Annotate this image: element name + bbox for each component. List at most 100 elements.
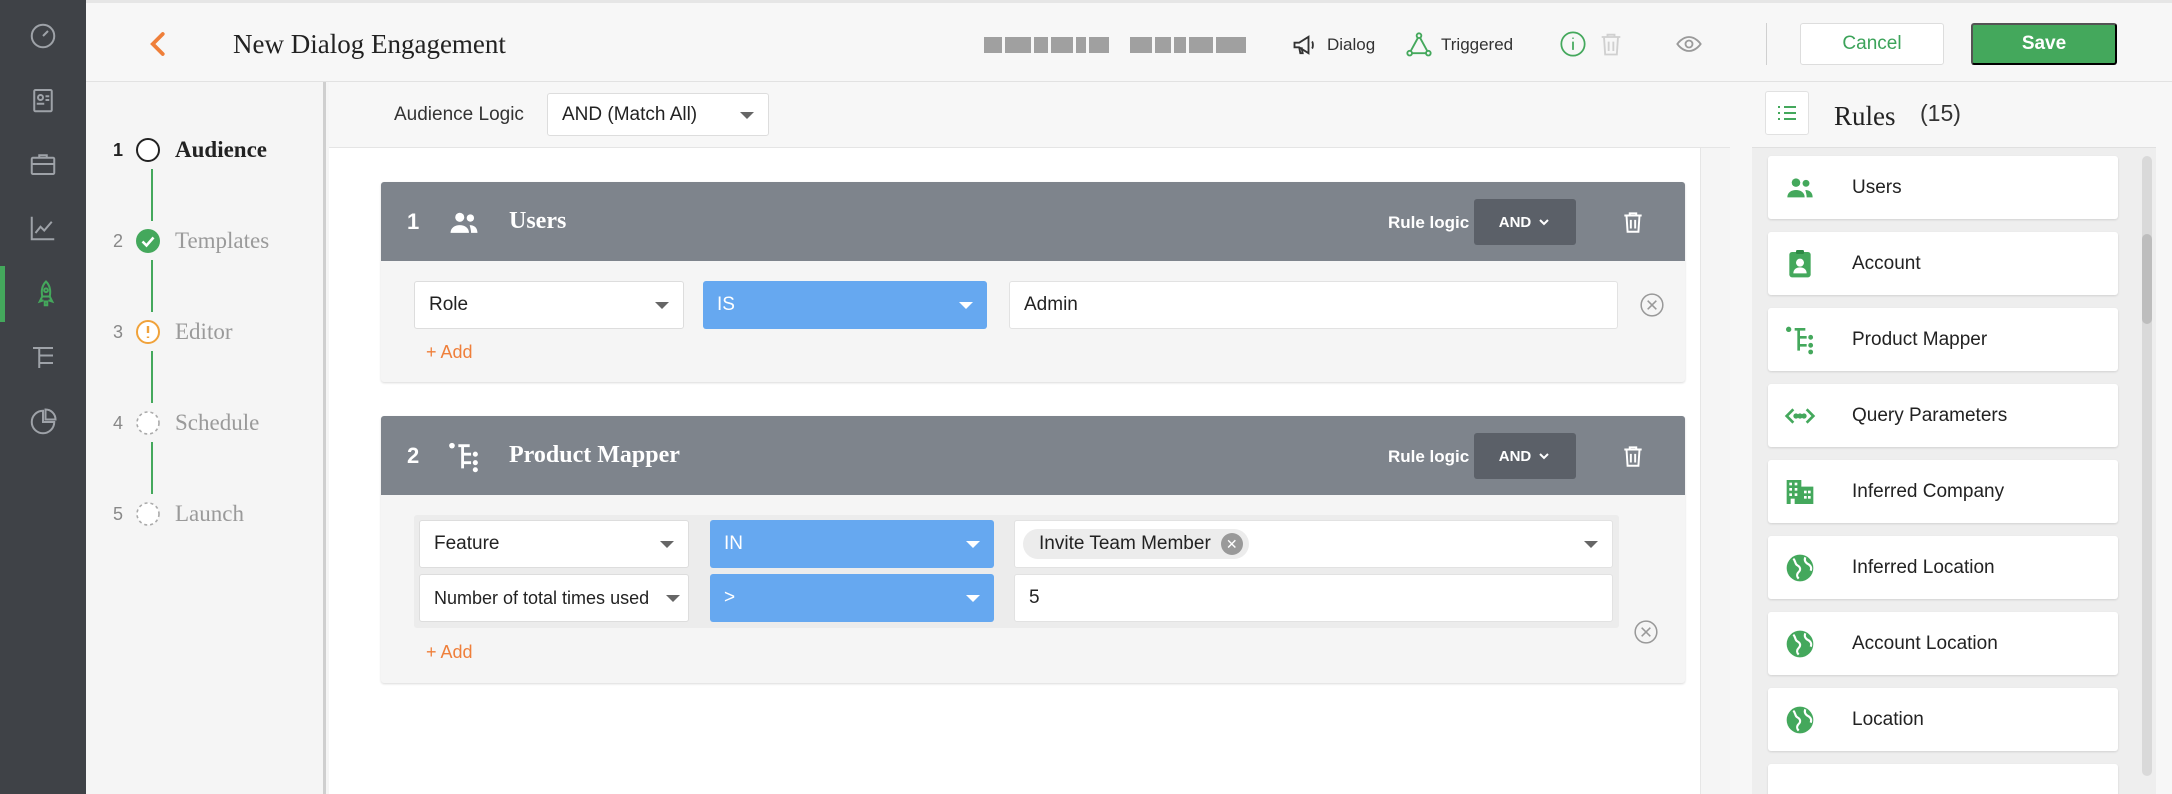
rule-item-inferred-location[interactable]: Inferred Location (1768, 536, 2118, 599)
globe-icon (1786, 706, 1814, 733)
trash-icon[interactable] (1597, 30, 1625, 58)
condition-operator-value: IS (717, 294, 735, 315)
step-schedule[interactable]: 4 Schedule (113, 406, 259, 440)
rules-list: Users Account Product Mapper Query Param… (1752, 147, 2156, 794)
code-icon (1784, 407, 1816, 424)
audience-logic-value: AND (Match All) (562, 103, 698, 125)
add-condition-link[interactable]: + Add (426, 342, 473, 363)
step-launch[interactable]: 5 Launch (113, 497, 244, 531)
nav-contacts[interactable] (0, 72, 86, 128)
rule-item-label: Inferred Location (1852, 556, 1995, 578)
condition-field-select[interactable]: Feature (419, 520, 689, 568)
audience-logic-label: Audience Logic (394, 104, 524, 125)
condition-value-multiselect[interactable]: Invite Team Member ✕ (1014, 520, 1613, 568)
users-icon (1787, 177, 1813, 197)
rule-item-account-location[interactable]: Account Location (1768, 612, 2118, 675)
rules-list-toggle[interactable] (1765, 91, 1809, 135)
empty-circle-icon (136, 138, 160, 162)
rule-card-number: 1 (407, 209, 420, 234)
step-connector (151, 442, 153, 494)
condition-field-select[interactable]: Number of total times used (419, 574, 689, 622)
header-divider (1766, 23, 1767, 65)
rules-count: (15) (1920, 100, 1961, 126)
rule-logic-dropdown[interactable]: AND (1474, 433, 1576, 479)
remove-tag-icon[interactable]: ✕ (1220, 533, 1243, 555)
step-templates[interactable]: 2 Templates (113, 224, 269, 258)
save-button[interactable]: Save (1971, 23, 2117, 65)
rule-item-inferred-company[interactable]: Inferred Company (1768, 460, 2118, 523)
condition-operator-select[interactable]: IN (710, 520, 994, 568)
audience-logic-select[interactable]: AND (Match All) (547, 93, 769, 136)
remove-condition-icon[interactable] (1633, 619, 1659, 645)
rule-item-location[interactable]: Location (1768, 688, 2118, 751)
rule-item-label: Product Mapper (1852, 328, 1988, 350)
cancel-button[interactable]: Cancel (1800, 23, 1944, 65)
rule-item-query-parameters[interactable]: Query Parameters (1768, 384, 2118, 447)
step-label: Schedule (175, 410, 260, 435)
step-number: 2 (113, 230, 124, 251)
nav-dashboard[interactable] (0, 8, 86, 64)
audience-logic-bar: Audience Logic AND (Match All) (329, 82, 1730, 148)
building-icon (1786, 479, 1814, 504)
condition-operator-select[interactable]: > (710, 574, 994, 622)
value-tag: Invite Team Member ✕ (1023, 529, 1249, 559)
condition-value-input[interactable]: 5 (1014, 574, 1613, 622)
step-connector (151, 260, 153, 312)
nav-engagements[interactable] (0, 266, 86, 322)
add-condition-link[interactable]: + Add (426, 642, 473, 663)
warning-circle-icon (136, 320, 160, 344)
app: New Dialog Engagement Dialog Triggered C… (0, 0, 2172, 794)
globe-icon (1786, 630, 1814, 657)
rule-item-product-mapper[interactable]: Product Mapper (1768, 308, 2118, 371)
step-number: 1 (113, 139, 124, 160)
step-number: 4 (113, 412, 124, 433)
redacted-id (1130, 37, 1246, 53)
rule-card-title: Users (509, 208, 567, 234)
rules-scrollbar-thumb[interactable] (2142, 234, 2152, 324)
nav-analytics[interactable] (0, 200, 86, 256)
step-editor[interactable]: 3 Editor (113, 315, 233, 349)
nav-accounts[interactable] (0, 136, 86, 192)
caret-down-icon (740, 111, 754, 119)
rule-card-header: 1 Users Rule logic AND (381, 182, 1685, 261)
condition-operator-value: > (724, 587, 736, 608)
info-icon[interactable] (1559, 30, 1587, 58)
caret-down-icon (966, 595, 980, 602)
step-number: 5 (113, 503, 124, 524)
remove-condition-icon[interactable] (1639, 292, 1665, 318)
main-scrollbar[interactable] (1700, 148, 1730, 794)
page-title: New Dialog Engagement (233, 29, 506, 59)
rule-logic-dropdown[interactable]: AND (1474, 199, 1576, 245)
users-icon (450, 212, 478, 233)
rule-item-label: Account Location (1852, 632, 1998, 654)
condition-field-value: Feature (434, 533, 500, 554)
chevron-down-icon (1539, 453, 1549, 460)
back-chevron-icon[interactable] (144, 29, 174, 59)
chevron-down-icon (1539, 219, 1549, 226)
condition-field-select[interactable]: Role (414, 281, 684, 329)
delete-rule-icon[interactable] (1620, 443, 1646, 469)
line-chart-icon (30, 216, 55, 241)
condition-value-input[interactable]: Admin (1009, 281, 1618, 329)
delete-rule-icon[interactable] (1620, 209, 1646, 235)
caret-down-icon (660, 541, 674, 548)
megaphone-icon (1293, 35, 1314, 55)
check-circle-icon (136, 229, 160, 253)
step-audience[interactable]: 1 Audience (113, 133, 267, 167)
rule-item-label: Query Parameters (1852, 404, 2008, 426)
tree-icon (33, 347, 53, 368)
pie-chart-icon (30, 408, 57, 435)
caret-down-icon (655, 302, 669, 309)
rule-item-partial[interactable] (1768, 764, 2118, 794)
caret-down-icon (1584, 541, 1598, 548)
condition-operator-select[interactable]: IS (703, 281, 987, 329)
rule-item-account[interactable]: Account (1768, 232, 2118, 295)
rules-panel: Rules (15) Users Account Product Mapper … (1730, 82, 2172, 794)
rule-item-users[interactable]: Users (1768, 156, 2118, 219)
rule-card-number: 2 (407, 443, 420, 468)
page-header: New Dialog Engagement Dialog Triggered C… (86, 0, 2172, 82)
rule-item-label: Location (1852, 708, 1924, 730)
nav-reports[interactable] (0, 394, 86, 450)
eye-icon[interactable] (1675, 30, 1703, 58)
nav-product-mapper[interactable] (0, 330, 86, 386)
